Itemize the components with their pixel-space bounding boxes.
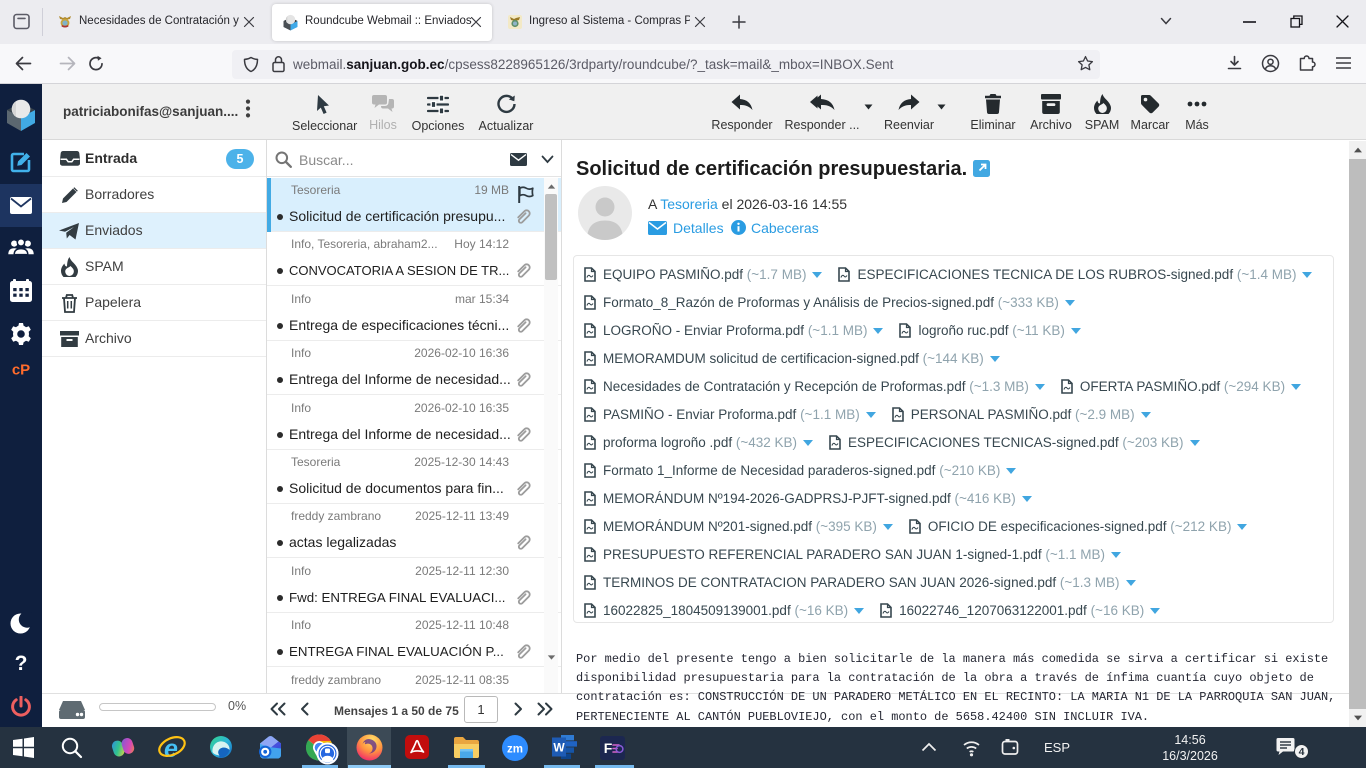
- svg-text:zm: zm: [507, 744, 523, 756]
- svg-text:cP: cP: [12, 362, 30, 379]
- svg-text:F: F: [604, 740, 613, 756]
- svg-text:W: W: [553, 741, 565, 755]
